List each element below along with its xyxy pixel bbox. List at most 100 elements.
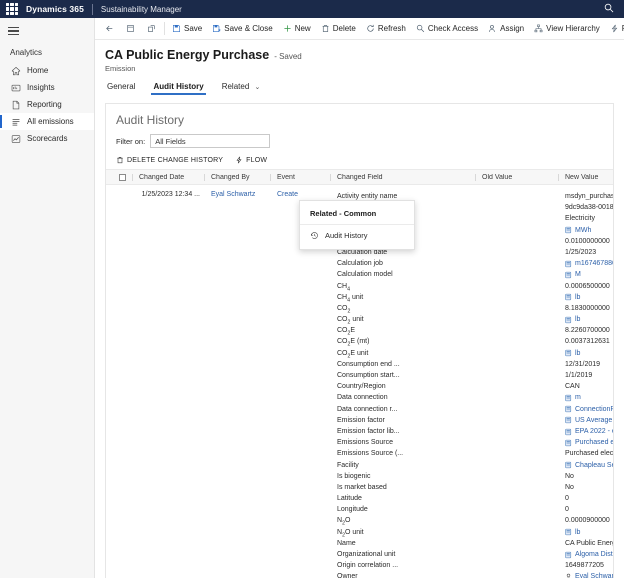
sidebar-item-reporting[interactable]: Reporting bbox=[0, 96, 94, 113]
app-shell: Analytics Home Insights Reporting All em… bbox=[0, 18, 624, 578]
back-arrow-icon[interactable] bbox=[99, 19, 120, 39]
change-field-name: Consumption start... bbox=[337, 372, 400, 379]
command-label: Check Access bbox=[427, 24, 479, 33]
check-access-button[interactable]: Check Access bbox=[411, 19, 483, 39]
new-button[interactable]: New bbox=[278, 19, 316, 39]
check-access-icon bbox=[416, 24, 425, 33]
sub-command-bar: DELETE CHANGE HISTORY FLOW bbox=[106, 154, 613, 169]
change-old-value bbox=[482, 538, 558, 549]
save-button[interactable]: Save bbox=[167, 19, 207, 39]
change-new-value[interactable]: lb bbox=[565, 292, 613, 303]
change-new-value: msdyn_purchasedenergy bbox=[565, 193, 613, 200]
lookup-icon bbox=[565, 428, 572, 436]
sidebar-item-home[interactable]: Home bbox=[0, 62, 94, 79]
tab-label: General bbox=[107, 82, 136, 91]
panel-title: Audit History bbox=[116, 113, 185, 127]
change-new-value: 0.0006500000 bbox=[565, 282, 610, 290]
delete-button[interactable]: Delete bbox=[316, 19, 361, 39]
sidebar-item-insights[interactable]: Insights bbox=[0, 79, 94, 96]
change-new-value[interactable]: lb bbox=[565, 314, 613, 325]
change-new-value[interactable]: m bbox=[565, 392, 613, 403]
delete-change-history-button[interactable]: DELETE CHANGE HISTORY bbox=[116, 156, 223, 164]
sidebar-item-all-emissions[interactable]: All emissions bbox=[0, 113, 94, 130]
view-hierarchy-button[interactable]: View Hierarchy bbox=[529, 19, 605, 39]
lookup-icon bbox=[565, 226, 572, 234]
command-label: Refresh bbox=[377, 24, 406, 33]
sidebar-item-scorecards[interactable]: Scorecards bbox=[0, 130, 94, 147]
change-new-value[interactable]: Eyal Schwartz bbox=[565, 571, 613, 578]
flow-sub-button[interactable]: FLOW bbox=[235, 156, 267, 164]
tab-label: Related bbox=[221, 82, 250, 91]
change-old-value bbox=[482, 247, 558, 258]
change-old-value bbox=[482, 292, 558, 303]
waffle-grid-icon[interactable] bbox=[6, 3, 18, 15]
save-and-close-button[interactable]: Save & Close bbox=[207, 19, 277, 39]
lookup-icon bbox=[565, 293, 572, 301]
change-field-name: N2O unit bbox=[337, 528, 364, 538]
grid-header-row: Changed Date Changed By Event Changed Fi… bbox=[106, 169, 613, 185]
change-new-value[interactable]: ConnectionRefresh-20 bbox=[565, 404, 613, 415]
change-new-value: 12/31/2019 bbox=[565, 360, 601, 368]
change-new-value[interactable]: lb bbox=[565, 348, 613, 359]
change-new-value[interactable]: US Average bbox=[565, 415, 613, 426]
hamburger-icon[interactable] bbox=[8, 26, 19, 36]
change-field-name: Owner bbox=[337, 573, 358, 578]
tab-related[interactable]: Related ⌄ bbox=[220, 80, 263, 95]
change-new-value[interactable]: Chapleau Secondary S bbox=[565, 460, 613, 471]
change-old-value bbox=[482, 415, 558, 426]
assign-button[interactable]: Assign bbox=[483, 19, 529, 39]
change-field-name: CO2 bbox=[337, 304, 351, 315]
change-new-value: No bbox=[565, 472, 574, 480]
column-header-new-value[interactable]: New Value bbox=[558, 173, 613, 181]
change-new-value[interactable]: MWh bbox=[565, 225, 613, 236]
column-header-event[interactable]: Event bbox=[270, 173, 330, 181]
change-old-value bbox=[482, 482, 558, 493]
sidebar-item-label: Scorecards bbox=[27, 134, 68, 143]
change-old-value bbox=[482, 359, 558, 370]
row-checkbox[interactable] bbox=[112, 191, 132, 578]
lookup-icon bbox=[565, 439, 572, 447]
saved-state-label: - Saved bbox=[274, 52, 302, 61]
search-icon[interactable] bbox=[604, 3, 614, 16]
change-new-value[interactable]: Algoma District Schoo bbox=[565, 549, 613, 560]
brand-label[interactable]: Dynamics 365 bbox=[26, 4, 84, 14]
flyout-item-audit-history[interactable]: Audit History bbox=[300, 225, 414, 242]
change-new-value[interactable]: Purchased electricity bbox=[565, 437, 613, 448]
change-field-name: Is market based bbox=[337, 483, 387, 491]
save-small-icon[interactable] bbox=[120, 19, 141, 39]
tab-audit-history[interactable]: Audit History bbox=[151, 80, 206, 95]
column-header-changed-date[interactable]: Changed Date bbox=[132, 173, 204, 181]
list-icon bbox=[10, 116, 21, 127]
change-new-value: 0.0037312631 bbox=[565, 338, 610, 346]
change-old-value bbox=[482, 191, 558, 202]
cell-changed-by[interactable]: Eyal Schwartz bbox=[204, 191, 270, 578]
command-bar: Save Save & Close New Delete Refresh Che… bbox=[95, 18, 624, 40]
refresh-button[interactable]: Refresh bbox=[361, 19, 411, 39]
sub-command-label: DELETE CHANGE HISTORY bbox=[127, 156, 224, 164]
select-all-checkbox[interactable] bbox=[112, 173, 132, 181]
column-header-changed-field[interactable]: Changed Field bbox=[330, 173, 475, 181]
filter-select[interactable]: All Fields bbox=[150, 134, 271, 148]
tab-general[interactable]: General bbox=[105, 80, 137, 95]
change-new-value[interactable]: EPA 2022 - eGRID bbox=[565, 426, 613, 437]
column-header-changed-by[interactable]: Changed By bbox=[204, 173, 270, 181]
delete-icon bbox=[321, 24, 330, 33]
change-new-value[interactable]: m1674678862358 bbox=[565, 258, 613, 269]
column-header-old-value[interactable]: Old Value bbox=[475, 173, 558, 181]
change-new-value[interactable]: M bbox=[565, 269, 613, 280]
popout-icon[interactable] bbox=[141, 19, 162, 39]
app-name-label[interactable]: Sustainability Manager bbox=[101, 5, 182, 14]
flow-button[interactable]: Flow ⌄ bbox=[605, 19, 624, 39]
change-old-value bbox=[482, 314, 558, 325]
change-field-name: Calculation job bbox=[337, 260, 383, 268]
change-new-value: 1/25/2023 bbox=[565, 248, 597, 256]
trash-icon bbox=[116, 156, 124, 164]
change-new-value[interactable]: lb bbox=[565, 527, 613, 538]
command-label: Save bbox=[184, 24, 203, 33]
change-field-name: CO2E unit bbox=[337, 349, 369, 359]
save-icon bbox=[172, 24, 181, 33]
change-old-value bbox=[482, 527, 558, 538]
change-old-value bbox=[482, 571, 558, 578]
cell-changed-date: 1/25/2023 12:34 ... bbox=[141, 191, 200, 198]
change-old-value bbox=[482, 325, 558, 336]
